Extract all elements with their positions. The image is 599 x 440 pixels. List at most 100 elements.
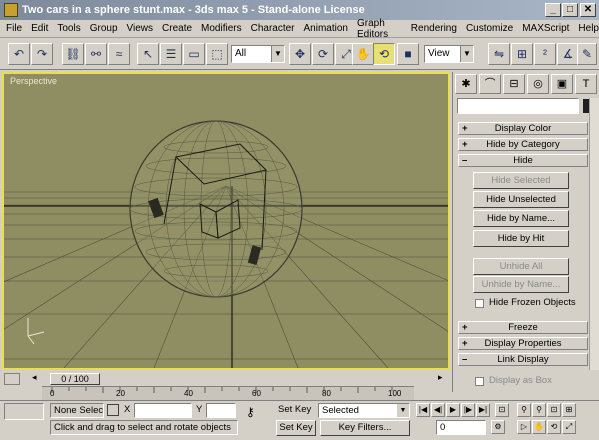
motion-tab-icon[interactable]: ◎ [527,74,549,94]
key-filter-value: Selected [322,405,359,416]
slider-left-arrow-icon[interactable]: ◂ [32,372,44,385]
key-mode-toggle-icon[interactable]: ⊡ [495,403,509,417]
menu-rendering[interactable]: Rendering [411,23,457,34]
rollout-freeze[interactable]: + Freeze [458,321,588,334]
command-panel-scrollbar[interactable] [589,98,599,370]
mirror-icon[interactable]: ⇋ [488,43,510,65]
minimize-button[interactable]: _ [545,3,561,17]
zoom-icon[interactable]: ⚲ [517,403,531,417]
window-title: Two cars in a sphere stunt.max - 3ds max… [22,4,365,16]
unlink-selection-icon[interactable]: ⚯ [85,43,107,65]
menu-group[interactable]: Group [90,23,118,34]
menu-graph-editors[interactable]: Graph Editors [357,18,402,40]
menu-help[interactable]: Help [578,23,599,34]
undo-icon[interactable]: ↶ [8,43,30,65]
create-tab-icon[interactable]: ✱ [455,74,477,94]
redo-icon[interactable]: ↷ [31,43,53,65]
menu-modifiers[interactable]: Modifiers [201,23,242,34]
lock-selection-icon[interactable] [107,404,119,416]
zoom-all-icon[interactable]: ⚲ [532,403,546,417]
menu-tools[interactable]: Tools [57,23,80,34]
menu-animation[interactable]: Animation [304,23,348,34]
menu-customize[interactable]: Customize [466,23,513,34]
maximize-button[interactable]: □ [562,3,578,17]
modify-tab-icon[interactable]: ⌒ [479,74,501,94]
open-mini-curve-editor-icon[interactable] [4,373,20,385]
utilities-tab-icon[interactable]: T [575,74,597,94]
hide-unselected-button[interactable]: Hide Unselected [473,191,569,208]
go-to-start-icon[interactable]: |◀ [416,403,430,417]
rollout-display-color-label: Display Color [494,123,552,134]
unhide-all-button[interactable]: Unhide All [473,258,569,275]
maximize-viewport-icon[interactable]: ⤢ [562,420,576,434]
hide-by-hit-button[interactable]: Hide by Hit [473,230,569,247]
rollout-hide-by-category[interactable]: + Hide by Category [458,138,588,151]
maxscript-listener-box[interactable] [4,403,44,420]
unhide-by-name-button[interactable]: Unhide by Name... [473,276,569,293]
field-of-view-icon[interactable]: ▷ [517,420,531,434]
select-and-move-icon[interactable]: ✥ [289,43,311,65]
zoom-extents-icon[interactable]: ⊡ [547,403,561,417]
perspective-viewport[interactable]: Perspective [2,72,450,370]
rollout-link-display[interactable]: – Link Display [458,353,588,366]
angle-snap-icon[interactable]: ∡ [557,43,579,65]
reference-coord-value: View [428,48,450,59]
next-frame-icon[interactable]: |▶ [461,403,475,417]
time-configuration-icon[interactable]: ⚙ [491,420,505,434]
hide-selected-button[interactable]: Hide Selected [473,172,569,189]
set-key-button[interactable]: Set Key [276,420,316,436]
select-and-manipulate-icon[interactable]: ✋ [352,43,374,65]
slider-right-arrow-icon[interactable]: ▸ [438,372,450,385]
menu-edit[interactable]: Edit [31,23,48,34]
selection-filter-dropdown[interactable]: All ▼ [231,45,285,63]
pan-icon[interactable]: ✋ [532,420,546,434]
key-filter-dropdown[interactable]: Selected ▼ [318,403,410,418]
arc-rotate-icon[interactable]: ⟲ [547,420,561,434]
selection-region-icon[interactable]: ▭ [183,43,205,65]
app-icon[interactable] [4,3,18,17]
menu-create[interactable]: Create [162,23,192,34]
rollout-display-color[interactable]: + Display Color [458,122,588,135]
scene-graphics [4,120,448,368]
menu-maxscript[interactable]: MAXScript [522,23,569,34]
key-icon[interactable]: ⚷ [246,405,268,421]
expand-icon: + [462,322,468,333]
menu-file[interactable]: File [6,23,22,34]
object-name-field[interactable] [457,98,579,114]
align-icon[interactable]: ⊞ [511,43,533,65]
window-crossing-icon[interactable]: ⬚ [206,43,228,65]
menu-views[interactable]: Views [127,23,154,34]
tick-label: 80 [322,389,331,398]
zoom-extents-all-icon[interactable]: ⊞ [562,403,576,417]
display-tab-icon[interactable]: ▣ [551,74,573,94]
track-bar[interactable]: 0 20 40 60 80 100 [42,386,414,400]
rotate-active-icon[interactable]: ⟲ [373,43,395,65]
select-and-rotate-icon[interactable]: ⟳ [312,43,334,65]
reference-coord-dropdown[interactable]: View ▼ [424,45,474,63]
play-icon[interactable]: ▶ [446,403,460,417]
hierarchy-tab-icon[interactable]: ⊟ [503,74,525,94]
select-object-icon[interactable]: ↖ [137,43,159,65]
hide-by-name-button[interactable]: Hide by Name... [473,210,569,227]
key-filters-button[interactable]: Key Filters... [320,420,410,436]
y-coord-field[interactable] [206,403,236,418]
close-button[interactable]: ✕ [580,3,596,17]
previous-frame-icon[interactable]: ◀| [431,403,445,417]
select-and-link-icon[interactable]: ⛓ [62,43,84,65]
snap-icon[interactable]: ² [534,43,556,65]
rollout-hide[interactable]: – Hide [458,154,588,167]
bind-to-space-warp-icon[interactable]: ≈ [108,43,130,65]
hide-frozen-objects-checkbox[interactable] [475,299,484,308]
go-to-end-icon[interactable]: ▶| [476,403,490,417]
render-scene-icon[interactable]: ✎ [577,43,597,65]
menu-bar: File Edit Tools Group Views Create Modif… [0,18,599,40]
menu-character[interactable]: Character [251,23,295,34]
x-coord-field[interactable] [134,403,192,418]
select-by-name-icon[interactable]: ☰ [160,43,182,65]
rollout-display-properties[interactable]: + Display Properties [458,337,588,350]
time-slider-thumb[interactable]: 0 / 100 [50,373,100,385]
tick-label: 60 [252,389,261,398]
current-frame-field[interactable]: 0 [436,420,486,435]
use-pivot-center-icon[interactable]: ■ [397,43,419,65]
display-as-box-checkbox[interactable] [475,377,484,386]
